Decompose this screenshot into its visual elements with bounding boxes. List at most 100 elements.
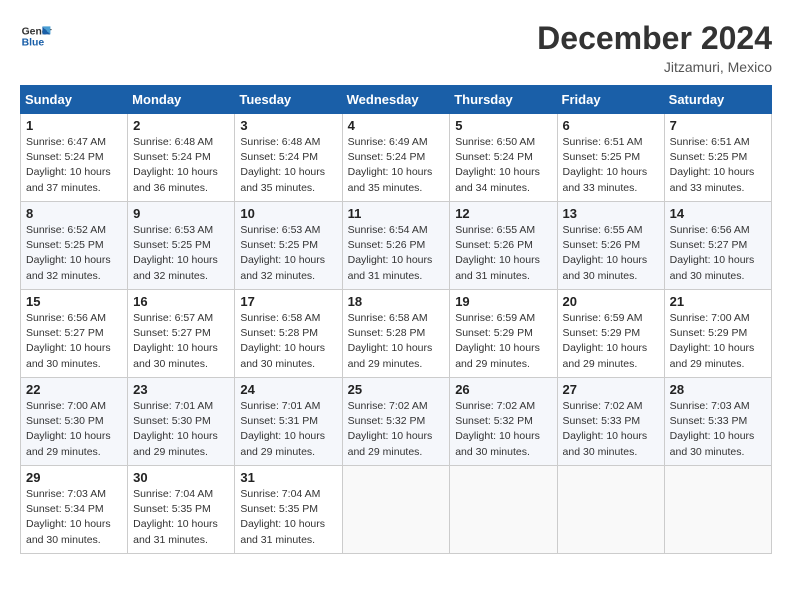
col-sunday: Sunday bbox=[21, 86, 128, 114]
calendar-week-4: 22 Sunrise: 7:00 AM Sunset: 5:30 PM Dayl… bbox=[21, 378, 772, 466]
calendar-cell: 25 Sunrise: 7:02 AM Sunset: 5:32 PM Dayl… bbox=[342, 378, 450, 466]
day-number: 31 bbox=[240, 470, 336, 485]
col-monday: Monday bbox=[128, 86, 235, 114]
day-info: Sunrise: 6:48 AM Sunset: 5:24 PM Dayligh… bbox=[133, 135, 229, 196]
calendar-cell: 24 Sunrise: 7:01 AM Sunset: 5:31 PM Dayl… bbox=[235, 378, 342, 466]
day-number: 3 bbox=[240, 118, 336, 133]
logo: General Blue bbox=[20, 20, 52, 52]
calendar-cell: 1 Sunrise: 6:47 AM Sunset: 5:24 PM Dayli… bbox=[21, 114, 128, 202]
day-info: Sunrise: 6:55 AM Sunset: 5:26 PM Dayligh… bbox=[563, 223, 659, 284]
day-info: Sunrise: 7:00 AM Sunset: 5:30 PM Dayligh… bbox=[26, 399, 122, 460]
calendar-week-1: 1 Sunrise: 6:47 AM Sunset: 5:24 PM Dayli… bbox=[21, 114, 772, 202]
day-info: Sunrise: 7:02 AM Sunset: 5:32 PM Dayligh… bbox=[348, 399, 445, 460]
calendar-cell bbox=[450, 466, 557, 554]
day-number: 19 bbox=[455, 294, 551, 309]
day-number: 20 bbox=[563, 294, 659, 309]
calendar-cell: 5 Sunrise: 6:50 AM Sunset: 5:24 PM Dayli… bbox=[450, 114, 557, 202]
day-number: 9 bbox=[133, 206, 229, 221]
calendar-cell: 15 Sunrise: 6:56 AM Sunset: 5:27 PM Dayl… bbox=[21, 290, 128, 378]
day-info: Sunrise: 6:47 AM Sunset: 5:24 PM Dayligh… bbox=[26, 135, 122, 196]
day-number: 11 bbox=[348, 206, 445, 221]
day-number: 28 bbox=[670, 382, 766, 397]
day-number: 27 bbox=[563, 382, 659, 397]
calendar-cell: 4 Sunrise: 6:49 AM Sunset: 5:24 PM Dayli… bbox=[342, 114, 450, 202]
calendar-cell: 19 Sunrise: 6:59 AM Sunset: 5:29 PM Dayl… bbox=[450, 290, 557, 378]
day-number: 8 bbox=[26, 206, 122, 221]
calendar-cell: 28 Sunrise: 7:03 AM Sunset: 5:33 PM Dayl… bbox=[664, 378, 771, 466]
day-number: 1 bbox=[26, 118, 122, 133]
day-info: Sunrise: 7:00 AM Sunset: 5:29 PM Dayligh… bbox=[670, 311, 766, 372]
day-info: Sunrise: 7:01 AM Sunset: 5:30 PM Dayligh… bbox=[133, 399, 229, 460]
day-info: Sunrise: 6:50 AM Sunset: 5:24 PM Dayligh… bbox=[455, 135, 551, 196]
calendar-cell bbox=[664, 466, 771, 554]
day-number: 15 bbox=[26, 294, 122, 309]
day-info: Sunrise: 6:57 AM Sunset: 5:27 PM Dayligh… bbox=[133, 311, 229, 372]
day-info: Sunrise: 6:49 AM Sunset: 5:24 PM Dayligh… bbox=[348, 135, 445, 196]
calendar-cell: 21 Sunrise: 7:00 AM Sunset: 5:29 PM Dayl… bbox=[664, 290, 771, 378]
day-info: Sunrise: 6:59 AM Sunset: 5:29 PM Dayligh… bbox=[563, 311, 659, 372]
day-info: Sunrise: 6:55 AM Sunset: 5:26 PM Dayligh… bbox=[455, 223, 551, 284]
day-number: 24 bbox=[240, 382, 336, 397]
day-number: 14 bbox=[670, 206, 766, 221]
calendar-cell bbox=[342, 466, 450, 554]
calendar-body: 1 Sunrise: 6:47 AM Sunset: 5:24 PM Dayli… bbox=[21, 114, 772, 554]
calendar-cell: 10 Sunrise: 6:53 AM Sunset: 5:25 PM Dayl… bbox=[235, 202, 342, 290]
col-wednesday: Wednesday bbox=[342, 86, 450, 114]
calendar-cell: 26 Sunrise: 7:02 AM Sunset: 5:32 PM Dayl… bbox=[450, 378, 557, 466]
calendar-cell: 13 Sunrise: 6:55 AM Sunset: 5:26 PM Dayl… bbox=[557, 202, 664, 290]
calendar-cell: 17 Sunrise: 6:58 AM Sunset: 5:28 PM Dayl… bbox=[235, 290, 342, 378]
title-section: December 2024 Jitzamuri, Mexico bbox=[537, 20, 772, 75]
day-info: Sunrise: 7:02 AM Sunset: 5:32 PM Dayligh… bbox=[455, 399, 551, 460]
calendar-cell: 20 Sunrise: 6:59 AM Sunset: 5:29 PM Dayl… bbox=[557, 290, 664, 378]
calendar-week-5: 29 Sunrise: 7:03 AM Sunset: 5:34 PM Dayl… bbox=[21, 466, 772, 554]
day-number: 18 bbox=[348, 294, 445, 309]
day-info: Sunrise: 7:04 AM Sunset: 5:35 PM Dayligh… bbox=[240, 487, 336, 548]
day-number: 12 bbox=[455, 206, 551, 221]
calendar-cell: 6 Sunrise: 6:51 AM Sunset: 5:25 PM Dayli… bbox=[557, 114, 664, 202]
calendar-week-2: 8 Sunrise: 6:52 AM Sunset: 5:25 PM Dayli… bbox=[21, 202, 772, 290]
day-info: Sunrise: 6:51 AM Sunset: 5:25 PM Dayligh… bbox=[563, 135, 659, 196]
day-info: Sunrise: 7:03 AM Sunset: 5:33 PM Dayligh… bbox=[670, 399, 766, 460]
day-info: Sunrise: 6:53 AM Sunset: 5:25 PM Dayligh… bbox=[133, 223, 229, 284]
day-number: 6 bbox=[563, 118, 659, 133]
day-info: Sunrise: 7:01 AM Sunset: 5:31 PM Dayligh… bbox=[240, 399, 336, 460]
header-row: Sunday Monday Tuesday Wednesday Thursday… bbox=[21, 86, 772, 114]
day-info: Sunrise: 6:53 AM Sunset: 5:25 PM Dayligh… bbox=[240, 223, 336, 284]
day-number: 22 bbox=[26, 382, 122, 397]
day-number: 10 bbox=[240, 206, 336, 221]
day-info: Sunrise: 7:02 AM Sunset: 5:33 PM Dayligh… bbox=[563, 399, 659, 460]
calendar-cell: 31 Sunrise: 7:04 AM Sunset: 5:35 PM Dayl… bbox=[235, 466, 342, 554]
location: Jitzamuri, Mexico bbox=[537, 59, 772, 75]
calendar-cell: 7 Sunrise: 6:51 AM Sunset: 5:25 PM Dayli… bbox=[664, 114, 771, 202]
calendar-cell: 14 Sunrise: 6:56 AM Sunset: 5:27 PM Dayl… bbox=[664, 202, 771, 290]
day-info: Sunrise: 6:56 AM Sunset: 5:27 PM Dayligh… bbox=[670, 223, 766, 284]
calendar-cell: 22 Sunrise: 7:00 AM Sunset: 5:30 PM Dayl… bbox=[21, 378, 128, 466]
day-number: 26 bbox=[455, 382, 551, 397]
day-info: Sunrise: 6:54 AM Sunset: 5:26 PM Dayligh… bbox=[348, 223, 445, 284]
svg-text:Blue: Blue bbox=[22, 38, 45, 49]
day-info: Sunrise: 6:56 AM Sunset: 5:27 PM Dayligh… bbox=[26, 311, 122, 372]
day-number: 2 bbox=[133, 118, 229, 133]
day-number: 25 bbox=[348, 382, 445, 397]
calendar-header: Sunday Monday Tuesday Wednesday Thursday… bbox=[21, 86, 772, 114]
day-info: Sunrise: 7:03 AM Sunset: 5:34 PM Dayligh… bbox=[26, 487, 122, 548]
day-number: 4 bbox=[348, 118, 445, 133]
calendar-cell bbox=[557, 466, 664, 554]
day-info: Sunrise: 6:58 AM Sunset: 5:28 PM Dayligh… bbox=[348, 311, 445, 372]
day-number: 17 bbox=[240, 294, 336, 309]
day-number: 7 bbox=[670, 118, 766, 133]
day-info: Sunrise: 6:59 AM Sunset: 5:29 PM Dayligh… bbox=[455, 311, 551, 372]
calendar-cell: 23 Sunrise: 7:01 AM Sunset: 5:30 PM Dayl… bbox=[128, 378, 235, 466]
day-info: Sunrise: 6:52 AM Sunset: 5:25 PM Dayligh… bbox=[26, 223, 122, 284]
calendar-cell: 8 Sunrise: 6:52 AM Sunset: 5:25 PM Dayli… bbox=[21, 202, 128, 290]
day-number: 5 bbox=[455, 118, 551, 133]
month-title: December 2024 bbox=[537, 20, 772, 57]
day-info: Sunrise: 6:48 AM Sunset: 5:24 PM Dayligh… bbox=[240, 135, 336, 196]
day-info: Sunrise: 7:04 AM Sunset: 5:35 PM Dayligh… bbox=[133, 487, 229, 548]
calendar: Sunday Monday Tuesday Wednesday Thursday… bbox=[20, 85, 772, 554]
day-number: 16 bbox=[133, 294, 229, 309]
col-friday: Friday bbox=[557, 86, 664, 114]
calendar-cell: 9 Sunrise: 6:53 AM Sunset: 5:25 PM Dayli… bbox=[128, 202, 235, 290]
day-info: Sunrise: 6:51 AM Sunset: 5:25 PM Dayligh… bbox=[670, 135, 766, 196]
col-saturday: Saturday bbox=[664, 86, 771, 114]
